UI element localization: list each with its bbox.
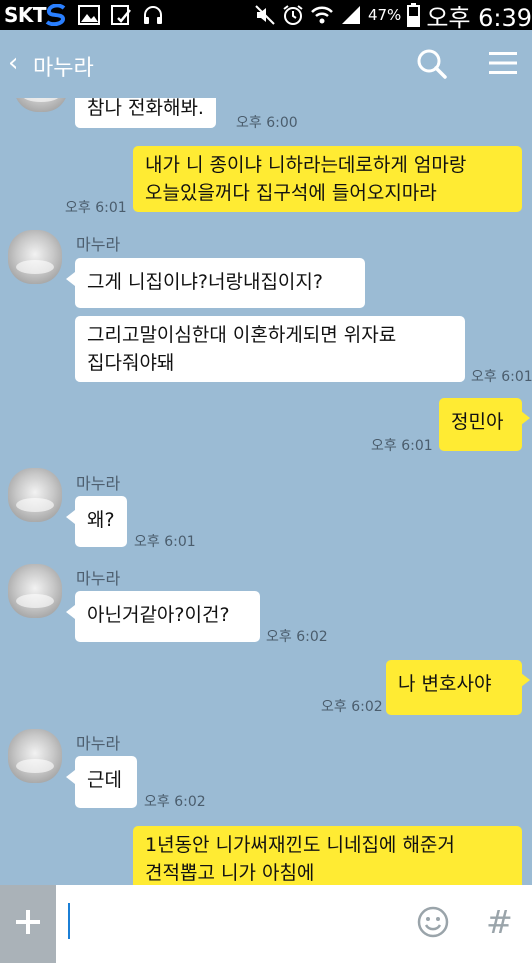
back-icon[interactable]: ‹ — [8, 48, 18, 78]
message-bubble[interactable]: 1년동안 니가써재낀도 니네집에 해준거 견적뽑고 니가 아침에 — [133, 826, 522, 885]
clipboard-check-icon — [111, 5, 131, 25]
message-text: 아닌거같아?이건? — [87, 604, 230, 626]
message-bubble[interactable]: 그리고말이심한대 이혼하게되면 위자료 집다줘야돼 — [75, 316, 465, 382]
hashtag-button[interactable]: # — [486, 903, 513, 941]
message-bubble[interactable]: 근데 — [75, 756, 137, 808]
menu-icon[interactable] — [488, 50, 518, 76]
message-text: 오늘있을꺼다 집구석에 들어오지마라 — [145, 182, 437, 204]
sender-name: 마누라 — [76, 569, 121, 588]
message-time: 오후 6:02 — [321, 699, 383, 715]
gallery-icon — [78, 5, 100, 25]
message-time: 오후 6:00 — [236, 115, 298, 131]
signal-icon — [341, 6, 360, 24]
message-text: 정민아 — [451, 411, 504, 433]
notification-icons — [44, 4, 164, 26]
avatar[interactable] — [8, 729, 62, 783]
message-time: 오후 6:01 — [371, 438, 433, 454]
battery-icon — [407, 3, 421, 27]
bubble-tail — [66, 272, 75, 286]
message-bubble[interactable]: 참나 전화해봐. — [75, 98, 216, 128]
status-bar: SKT 47% 오후 6:39 — [0, 0, 532, 32]
message-time: 오후 6:02 — [266, 629, 328, 645]
chat-area[interactable]: 참나 전화해봐. 오후 6:00 내가 니 종이냐 니하라는데로하게 엄마랑 오… — [0, 98, 532, 885]
sender-name: 마누라 — [76, 734, 121, 753]
carrier-logo-icon — [45, 4, 66, 26]
message-time: 오후 6:01 — [65, 200, 127, 216]
avatar[interactable] — [8, 230, 62, 284]
message-time: 오후 6:02 — [144, 794, 206, 810]
search-icon[interactable] — [416, 48, 448, 80]
bubble-tail — [66, 770, 75, 784]
sender-name: 마누라 — [76, 474, 121, 493]
message-bubble[interactable]: 그게 니집이냐?너랑내집이지? — [75, 258, 365, 308]
plus-icon[interactable] — [0, 885, 56, 963]
bubble-tail — [66, 510, 75, 524]
emoji-icon[interactable] — [416, 905, 450, 939]
message-text: 집다줘야돼 — [87, 352, 175, 374]
message-text: 1년동안 니가써재낀도 니네집에 해준거 — [145, 834, 455, 856]
message-time: 오후 6:01 — [471, 369, 532, 385]
message-input[interactable] — [68, 903, 70, 939]
avatar[interactable] — [8, 468, 62, 522]
status-right: 47% 오후 6:39 — [254, 0, 532, 32]
message-text: 나 변호사야 — [398, 673, 492, 695]
battery-percent: 47% — [367, 6, 402, 24]
carrier-label: SKT — [4, 3, 47, 27]
message-bubble[interactable]: 내가 니 종이냐 니하라는데로하게 엄마랑 오늘있을꺼다 집구석에 들어오지마라 — [133, 146, 522, 212]
message-text: 그게 니집이냐?너랑내집이지? — [87, 271, 323, 293]
wifi-icon — [311, 6, 333, 24]
message-bubble[interactable]: 나 변호사야 — [386, 660, 522, 715]
bubble-tail — [521, 411, 530, 425]
message-text: 왜? — [87, 509, 115, 531]
message-text: 내가 니 종이냐 니하라는데로하게 엄마랑 — [145, 154, 467, 176]
message-time: 오후 6:01 — [134, 534, 196, 550]
bubble-tail — [66, 605, 75, 619]
sender-name: 마누라 — [76, 235, 121, 254]
avatar[interactable] — [14, 98, 68, 112]
message-bubble[interactable]: 아닌거같아?이건? — [75, 591, 260, 642]
message-bubble[interactable]: 왜? — [75, 496, 127, 547]
mute-icon — [255, 5, 275, 25]
message-text: 그리고말이심한대 이혼하게되면 위자료 — [87, 324, 397, 346]
chat-title: 마누라 — [33, 56, 94, 81]
message-text: 근데 — [87, 769, 122, 791]
alarm-icon — [283, 5, 303, 25]
clock: 오후 6:39 — [426, 3, 532, 32]
message-input-bar: # — [0, 885, 532, 963]
bubble-tail — [521, 673, 530, 687]
message-bubble[interactable]: 정민아 — [439, 398, 522, 451]
chat-header: ‹ 마누라 — [0, 30, 532, 98]
headset-icon — [144, 6, 162, 24]
avatar[interactable] — [8, 564, 62, 618]
message-text: 견적뽑고 니가 아침에 — [145, 862, 315, 884]
message-text: 참나 전화해봐. — [87, 98, 204, 119]
